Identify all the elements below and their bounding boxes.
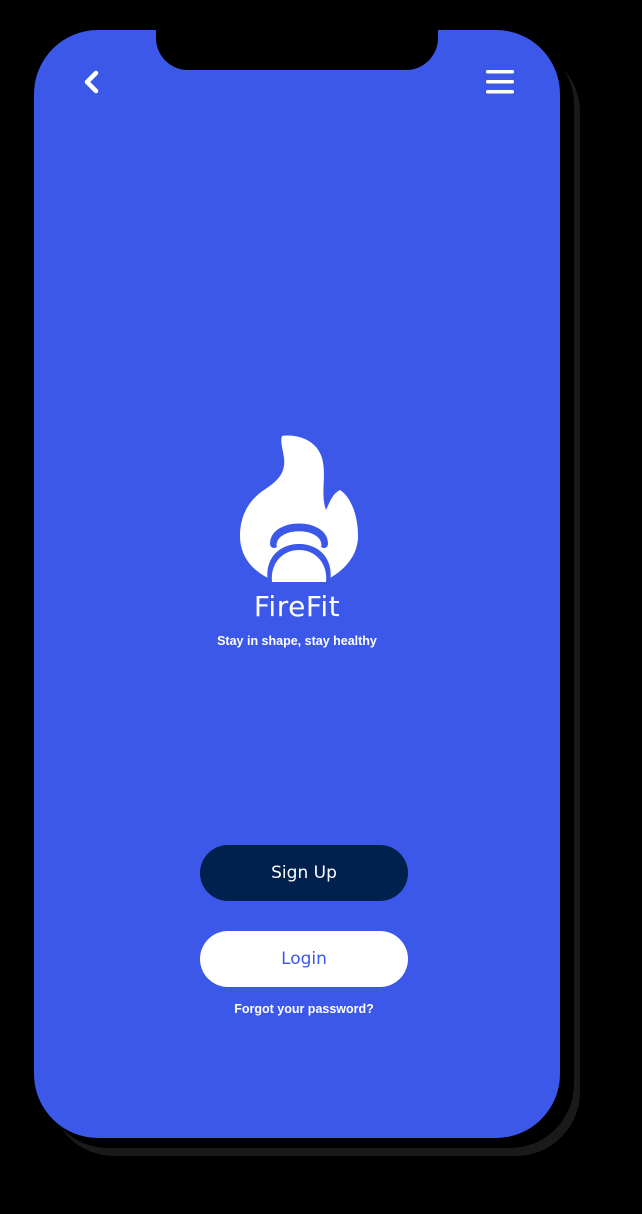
sign-up-button[interactable]: Sign Up <box>200 845 408 901</box>
menu-button[interactable] <box>484 68 516 96</box>
flame-kettlebell-logo-icon <box>240 435 358 582</box>
app-logo <box>234 432 364 582</box>
forgot-password-link[interactable]: Forgot your password? <box>200 1002 408 1016</box>
login-button-label: Login <box>281 949 327 969</box>
login-button[interactable]: Login <box>200 931 408 987</box>
device-frame: FireFit Stay in shape, stay healthy Sign… <box>34 30 560 1138</box>
device-notch <box>156 30 438 70</box>
app-tagline: Stay in shape, stay healthy <box>217 634 377 648</box>
back-button[interactable] <box>78 68 106 96</box>
app-title: FireFit <box>253 590 341 623</box>
app-screen: FireFit Stay in shape, stay healthy Sign… <box>34 30 560 1138</box>
sign-up-button-label: Sign Up <box>271 863 337 883</box>
chevron-left-icon <box>84 70 99 94</box>
hamburger-menu-icon <box>486 70 514 94</box>
